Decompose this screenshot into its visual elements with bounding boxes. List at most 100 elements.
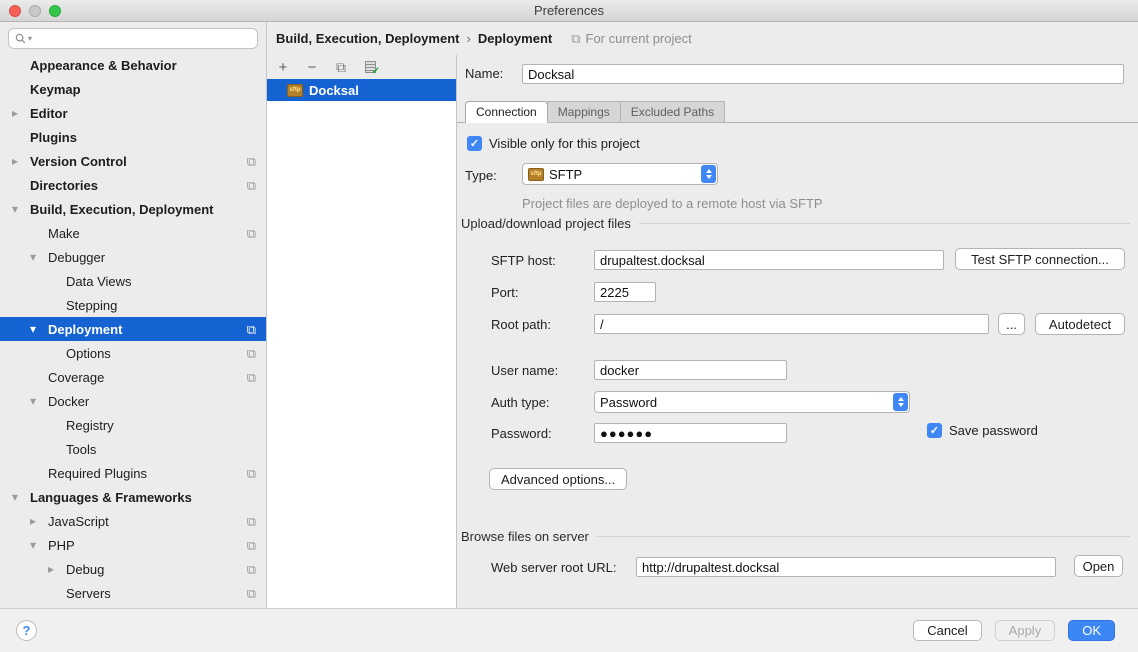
upload-section-header: Upload/download project files — [461, 216, 1130, 231]
visible-only-label: Visible only for this project — [489, 136, 640, 151]
breadcrumb: Build, Execution, Deployment › Deploymen… — [267, 22, 1138, 55]
copy-server-button[interactable]: ⧉ — [333, 59, 349, 75]
port-label: Port: — [491, 285, 518, 300]
sidebar-item-registry[interactable]: Registry — [0, 413, 266, 437]
check-icon: ✓ — [372, 66, 380, 77]
chevron-down-icon[interactable] — [30, 322, 48, 336]
name-label: Name: — [465, 66, 503, 81]
browse-root-path-button[interactable]: ... — [998, 313, 1025, 335]
per-project-icon: ⧉ — [247, 179, 256, 192]
sidebar-item-options[interactable]: Options⧉ — [0, 341, 266, 365]
chevron-down-icon[interactable] — [12, 202, 30, 216]
tab-connection[interactable]: Connection — [465, 101, 548, 123]
root-path-input[interactable] — [594, 314, 989, 334]
sftp-host-input[interactable] — [594, 250, 944, 270]
sidebar-item-version-control[interactable]: Version Control⧉ — [0, 149, 266, 173]
sidebar-item-build-execution-deployment[interactable]: Build, Execution, Deployment — [0, 197, 266, 221]
advanced-options-button[interactable]: Advanced options... — [489, 468, 627, 490]
help-button[interactable]: ? — [16, 620, 37, 641]
sidebar-item-php[interactable]: PHP⧉ — [0, 533, 266, 557]
sidebar-item-stepping[interactable]: Stepping — [0, 293, 266, 317]
search-options-caret-icon[interactable]: ▾ — [28, 34, 32, 43]
name-input[interactable] — [522, 64, 1124, 84]
server-list-item[interactable]: sftp Docksal — [267, 79, 456, 101]
sidebar-item-deployment[interactable]: Deployment⧉ — [0, 317, 266, 341]
type-label: Type: — [465, 168, 497, 183]
window-title: Preferences — [0, 3, 1138, 18]
per-project-icon: ⧉ — [247, 347, 256, 360]
sidebar-item-debug[interactable]: Debug⧉ — [0, 557, 266, 581]
chevron-down-icon[interactable] — [12, 490, 30, 504]
auth-type-label: Auth type: — [491, 395, 550, 410]
sidebar-item-javascript[interactable]: JavaScript⧉ — [0, 509, 266, 533]
chevron-down-icon[interactable] — [30, 538, 48, 552]
sidebar-item-appearance-behavior[interactable]: Appearance & Behavior — [0, 53, 266, 77]
web-root-input[interactable] — [636, 557, 1056, 577]
password-input[interactable] — [594, 423, 787, 443]
chevron-right-icon[interactable] — [30, 514, 48, 528]
chevron-right-icon[interactable] — [12, 154, 30, 168]
tab-excluded-paths[interactable]: Excluded Paths — [620, 101, 725, 123]
sidebar-item-plugins[interactable]: Plugins — [0, 125, 266, 149]
select-stepper-icon[interactable] — [701, 165, 716, 183]
per-project-icon: ⧉ — [247, 467, 256, 480]
sidebar-item-make[interactable]: Make⧉ — [0, 221, 266, 245]
root-path-label: Root path: — [491, 317, 551, 332]
search-icon — [15, 33, 26, 44]
per-project-icon: ⧉ — [247, 323, 256, 336]
chevron-right-icon[interactable] — [48, 562, 66, 576]
per-project-icon: ⧉ — [247, 539, 256, 552]
sidebar-item-required-plugins[interactable]: Required Plugins⧉ — [0, 461, 266, 485]
chevron-down-icon[interactable] — [30, 394, 48, 408]
apply-button[interactable]: Apply — [995, 620, 1056, 641]
sidebar-item-debugger[interactable]: Debugger — [0, 245, 266, 269]
sidebar-item-docker[interactable]: Docker — [0, 389, 266, 413]
remove-server-button[interactable]: − — [304, 59, 320, 75]
type-hint: Project files are deployed to a remote h… — [522, 196, 823, 211]
per-project-icon: ⧉ — [247, 515, 256, 528]
visible-only-checkbox-row: Visible only for this project — [467, 136, 640, 151]
save-password-row: Save password — [927, 423, 1038, 438]
autodetect-button[interactable]: Autodetect — [1035, 313, 1125, 335]
tab-mappings[interactable]: Mappings — [547, 101, 621, 123]
user-name-input[interactable] — [594, 360, 787, 380]
add-server-button[interactable]: + — [275, 59, 291, 75]
test-sftp-connection-button[interactable]: Test SFTP connection... — [955, 248, 1125, 270]
sidebar-item-directories[interactable]: Directories⧉ — [0, 173, 266, 197]
sidebar-item-coverage[interactable]: Coverage⧉ — [0, 365, 266, 389]
sftp-icon: sftp — [528, 168, 544, 181]
scope-note: ⧉ For current project — [571, 31, 692, 47]
sftp-icon: sftp — [287, 84, 303, 97]
settings-search-box[interactable]: ▾ — [8, 28, 258, 49]
breadcrumb-parent[interactable]: Build, Execution, Deployment — [276, 31, 459, 46]
type-value: SFTP — [549, 167, 582, 182]
chevron-down-icon[interactable] — [30, 250, 48, 264]
preferences-window: Preferences ▾ Appearance & Behavior Keym… — [0, 0, 1138, 652]
visible-only-checkbox[interactable] — [467, 136, 482, 151]
browse-section-title: Browse files on server — [461, 529, 589, 544]
save-password-checkbox[interactable] — [927, 423, 942, 438]
auth-type-select[interactable]: Password — [594, 391, 910, 413]
browse-section-header: Browse files on server — [461, 529, 1130, 544]
sidebar-item-servers[interactable]: Servers⧉ — [0, 581, 266, 605]
sidebar-item-tools[interactable]: Tools — [0, 437, 266, 461]
ok-button[interactable]: OK — [1068, 620, 1115, 641]
select-stepper-icon[interactable] — [893, 393, 908, 411]
use-as-default-button[interactable]: ✓ — [362, 59, 378, 75]
web-root-label: Web server root URL: — [491, 560, 616, 575]
per-project-icon: ⧉ — [247, 227, 256, 240]
type-select[interactable]: sftp SFTP — [522, 163, 718, 185]
open-url-button[interactable]: Open — [1074, 555, 1123, 577]
settings-sidebar: ▾ Appearance & Behavior Keymap Editor Pl… — [0, 22, 267, 608]
sidebar-item-languages-frameworks[interactable]: Languages & Frameworks — [0, 485, 266, 509]
cancel-button[interactable]: Cancel — [913, 620, 981, 641]
sidebar-item-editor[interactable]: Editor — [0, 101, 266, 125]
auth-type-value: Password — [600, 395, 657, 410]
settings-search-input[interactable] — [34, 32, 251, 46]
user-name-label: User name: — [491, 363, 558, 378]
sidebar-item-data-views[interactable]: Data Views — [0, 269, 266, 293]
chevron-right-icon[interactable] — [12, 106, 30, 120]
sidebar-item-keymap[interactable]: Keymap — [0, 77, 266, 101]
settings-tree: Appearance & Behavior Keymap Editor Plug… — [0, 53, 266, 605]
port-input[interactable] — [594, 282, 656, 302]
